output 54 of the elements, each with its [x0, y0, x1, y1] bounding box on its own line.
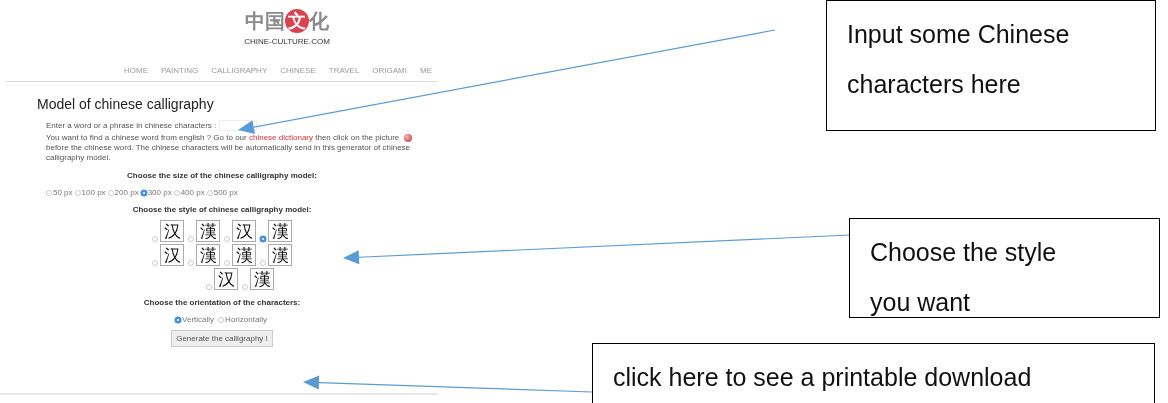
sphere-icon[interactable]: [403, 133, 412, 142]
radio-label: 100 px: [81, 188, 106, 197]
callout-text: you want: [870, 287, 972, 318]
radio-label: 50 px: [53, 188, 73, 197]
calligraphy-sample[interactable]: 汉: [160, 220, 184, 242]
radio-button[interactable]: [140, 189, 147, 196]
radio-button[interactable]: [206, 189, 213, 196]
calligraphy-sample[interactable]: 漢: [268, 244, 292, 266]
section-heading: Choose the size of the chinese calligraphy model:: [126, 171, 318, 180]
help-text: You want to find a chinese word from english ? Go to our chinese dictionary then click on the picture before the chinese word. The chinese characters will be automatically send in this generator of chinese calligraphy model.: [46, 133, 413, 163]
radio-button[interactable]: [152, 260, 158, 266]
radio-button[interactable]: [46, 189, 52, 196]
calligraphy-sample[interactable]: 漢: [196, 220, 220, 242]
radio-button[interactable]: [224, 236, 230, 242]
site-domain: CHINE-CULTURE.COM: [244, 37, 330, 46]
radio-button[interactable]: [173, 189, 180, 196]
calligraphy-sample[interactable]: 汉: [232, 220, 256, 242]
radio-button[interactable]: [74, 189, 81, 196]
callout-text: Choose the style: [870, 237, 1058, 268]
calligraphy-sample[interactable]: 汉: [214, 268, 238, 290]
radio-button[interactable]: [224, 260, 230, 266]
radio-button[interactable]: [107, 189, 114, 196]
callout-text: Input some Chinese: [847, 19, 1071, 50]
radio-button[interactable]: [242, 284, 248, 290]
page-title: Model of chinese calligraphy: [37, 96, 215, 112]
radio-label: 500 px: [213, 188, 238, 197]
callout-text: click here to see a printable download: [613, 362, 1033, 393]
radio-button[interactable]: [206, 284, 212, 290]
radio-label: 300 px: [147, 188, 172, 197]
radio-label: Vertically: [182, 315, 215, 324]
calligraphy-sample[interactable]: 汉: [160, 244, 184, 266]
calligraphy-sample[interactable]: 漢: [196, 244, 220, 266]
section-heading: Choose the style of chinese calligraphy model:: [131, 205, 313, 214]
radio-button[interactable]: [175, 316, 182, 323]
radio-label: Horizontally: [225, 315, 267, 324]
calligraphy-sample[interactable]: 漢: [268, 220, 292, 242]
calligraphy-sample[interactable]: 漢: [232, 244, 256, 266]
radio-label: 400 px: [180, 188, 205, 197]
dictionary-link[interactable]: chinese dictionary: [248, 133, 313, 142]
radio-button[interactable]: [260, 260, 266, 266]
calligraphy-sample[interactable]: 漢: [250, 268, 274, 290]
callout-text: characters here: [847, 69, 1022, 100]
logo-text: 化: [309, 10, 329, 32]
radio-button[interactable]: [152, 236, 158, 242]
generate-button[interactable]: Generate the calligraphy !: [171, 330, 273, 347]
radio-button[interactable]: [260, 236, 266, 242]
field-label: Enter a word or a phrase in chinese characters :: [46, 121, 217, 130]
radio-button[interactable]: [218, 316, 225, 323]
section-heading: Choose the orientation of the characters:: [142, 298, 302, 307]
radio-label: 200 px: [114, 188, 139, 197]
radio-button[interactable]: [188, 236, 194, 242]
radio-button[interactable]: [188, 260, 194, 266]
logo-text: 中国: [245, 10, 285, 32]
logo-badge: 文: [285, 9, 309, 33]
